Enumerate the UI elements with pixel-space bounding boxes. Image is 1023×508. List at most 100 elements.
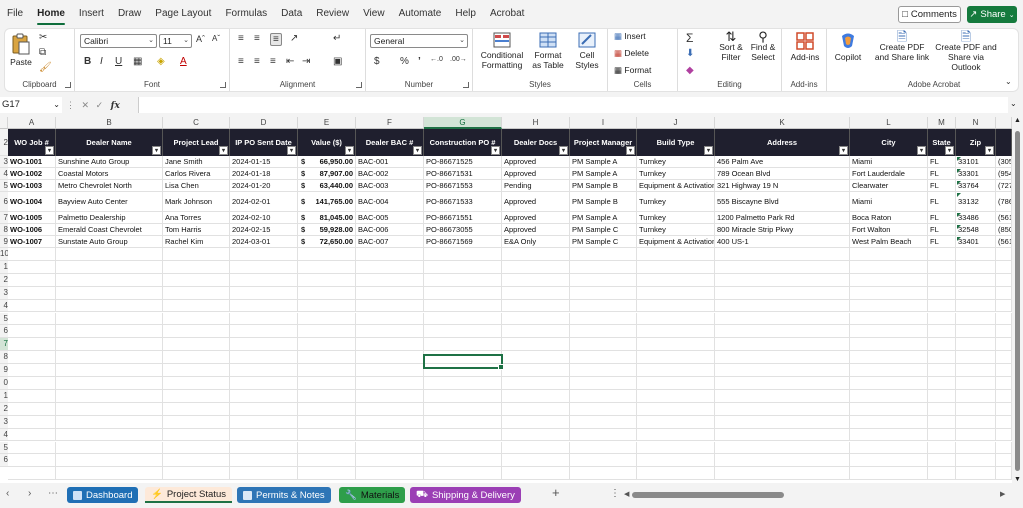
empty-cell[interactable] [298, 441, 356, 455]
empty-cell[interactable] [928, 377, 956, 390]
empty-cell[interactable] [502, 415, 570, 429]
empty-cell[interactable] [715, 260, 850, 274]
font-launcher-icon[interactable] [220, 82, 226, 88]
clipboard-launcher-icon[interactable] [65, 82, 71, 88]
empty-cell[interactable] [996, 248, 1012, 261]
table-cell[interactable]: West Palm Beach [850, 236, 928, 248]
empty-cell[interactable] [56, 467, 163, 481]
table-cell[interactable]: PM Sample B [570, 180, 637, 192]
table-cell[interactable]: PO-86671533 [424, 192, 502, 212]
empty-cell[interactable] [928, 415, 956, 429]
font-size-dropdown[interactable]: 11 ⌄ [159, 34, 192, 48]
column-header-e[interactable]: E [298, 117, 356, 129]
tab-shipping-delivery[interactable]: ⛟ Shipping & Delivery [410, 487, 521, 503]
table-cell[interactable]: Sunstate Auto Group [56, 236, 163, 248]
table-cell[interactable]: FL [928, 192, 956, 212]
filter-dropdown-icon[interactable]: ▾ [945, 146, 954, 155]
empty-cell[interactable] [56, 325, 163, 339]
scroll-right-icon[interactable]: ▶ [1000, 490, 1005, 498]
empty-cell[interactable] [424, 325, 502, 339]
empty-cell[interactable] [956, 325, 996, 339]
row-header[interactable]: 10 [0, 248, 8, 261]
row-header[interactable]: 6 [0, 325, 8, 339]
tab-project-status[interactable]: ⚡ Project Status [145, 487, 232, 503]
table-cell[interactable]: 72,650.00 [298, 236, 356, 248]
align-middle-icon[interactable]: ≡ [254, 33, 260, 44]
empty-cell[interactable] [956, 377, 996, 390]
empty-cell[interactable] [928, 402, 956, 416]
table-cell[interactable]: PM Sample A [570, 168, 637, 180]
empty-cell[interactable] [850, 441, 928, 455]
select-all-corner[interactable] [0, 117, 8, 129]
table-cell[interactable]: 33401 [956, 236, 996, 248]
empty-cell[interactable] [956, 312, 996, 326]
empty-cell[interactable] [928, 441, 956, 455]
empty-cell[interactable] [356, 312, 424, 326]
column-header-d[interactable]: D [230, 117, 298, 129]
empty-cell[interactable] [850, 248, 928, 261]
column-header-o[interactable] [996, 117, 1012, 129]
table-cell[interactable]: (305 [996, 156, 1012, 168]
empty-cell[interactable] [424, 467, 502, 481]
empty-cell[interactable] [56, 312, 163, 326]
table-cell[interactable]: Ana Torres [163, 212, 230, 224]
empty-cell[interactable] [424, 312, 502, 326]
row-header[interactable]: 8 [0, 351, 8, 365]
row-header[interactable]: 9 [0, 236, 8, 248]
cell-styles-button[interactable]: Cell Styles [569, 32, 605, 70]
filter-dropdown-icon[interactable]: ▾ [219, 146, 228, 155]
empty-cell[interactable] [637, 467, 715, 481]
empty-cell[interactable] [996, 402, 1012, 416]
decrease-decimal-icon[interactable]: .00→ [450, 56, 467, 63]
menu-formulas[interactable]: Formulas [218, 0, 274, 28]
empty-cell[interactable] [298, 248, 356, 261]
empty-cell[interactable] [502, 364, 570, 377]
empty-cell[interactable] [715, 389, 850, 403]
table-cell[interactable]: PO-86671525 [424, 156, 502, 168]
table-cell[interactable]: Equipment & Activation [637, 236, 715, 248]
vertical-scrollbar[interactable]: ▲ ▼ [1012, 117, 1023, 483]
table-cell[interactable]: Emerald Coast Chevrolet [56, 224, 163, 236]
column-header-g[interactable]: G [424, 117, 502, 129]
empty-cell[interactable] [298, 260, 356, 274]
table-cell[interactable]: Turnkey [637, 224, 715, 236]
empty-cell[interactable] [298, 299, 356, 313]
empty-cell[interactable] [637, 273, 715, 287]
empty-cell[interactable] [56, 441, 163, 455]
empty-cell[interactable] [637, 286, 715, 300]
empty-cell[interactable] [230, 467, 298, 481]
empty-cell[interactable] [356, 415, 424, 429]
table-cell[interactable]: WO-1005 [8, 212, 56, 224]
empty-cell[interactable] [56, 428, 163, 442]
empty-cell[interactable] [8, 299, 56, 313]
table-cell[interactable]: 2024-01-15 [230, 156, 298, 168]
table-cell[interactable]: E&A Only [502, 236, 570, 248]
empty-cell[interactable] [850, 364, 928, 377]
add-sheet-icon[interactable]: + [552, 485, 560, 500]
table-cell[interactable]: PM Sample C [570, 224, 637, 236]
empty-cell[interactable] [637, 428, 715, 442]
empty-cell[interactable] [715, 377, 850, 390]
table-cell[interactable]: 33486 [956, 212, 996, 224]
empty-cell[interactable] [637, 364, 715, 377]
paste-button[interactable]: Paste [8, 33, 34, 67]
table-cell[interactable]: Approved [502, 224, 570, 236]
table-cell[interactable]: 321 Highway 19 N [715, 180, 850, 192]
row-header[interactable]: 4 [0, 299, 8, 313]
align-right-icon[interactable]: ≡ [270, 56, 276, 67]
empty-cell[interactable] [570, 351, 637, 365]
table-cell[interactable]: 59,928.00 [298, 224, 356, 236]
table-cell[interactable]: PO-86671569 [424, 236, 502, 248]
empty-cell[interactable] [928, 364, 956, 377]
create-pdf-share-link-button[interactable]: 🗎 Create PDF and Share link [872, 30, 932, 62]
empty-cell[interactable] [298, 338, 356, 352]
empty-cell[interactable] [502, 312, 570, 326]
empty-cell[interactable] [570, 454, 637, 468]
table-cell[interactable]: Miami [850, 156, 928, 168]
align-bottom-icon[interactable]: ≡ [270, 33, 282, 46]
empty-cell[interactable] [502, 377, 570, 390]
empty-cell[interactable] [570, 441, 637, 455]
menu-page-layout[interactable]: Page Layout [148, 0, 218, 28]
addins-button[interactable]: Add-ins [787, 32, 823, 62]
empty-cell[interactable] [502, 286, 570, 300]
